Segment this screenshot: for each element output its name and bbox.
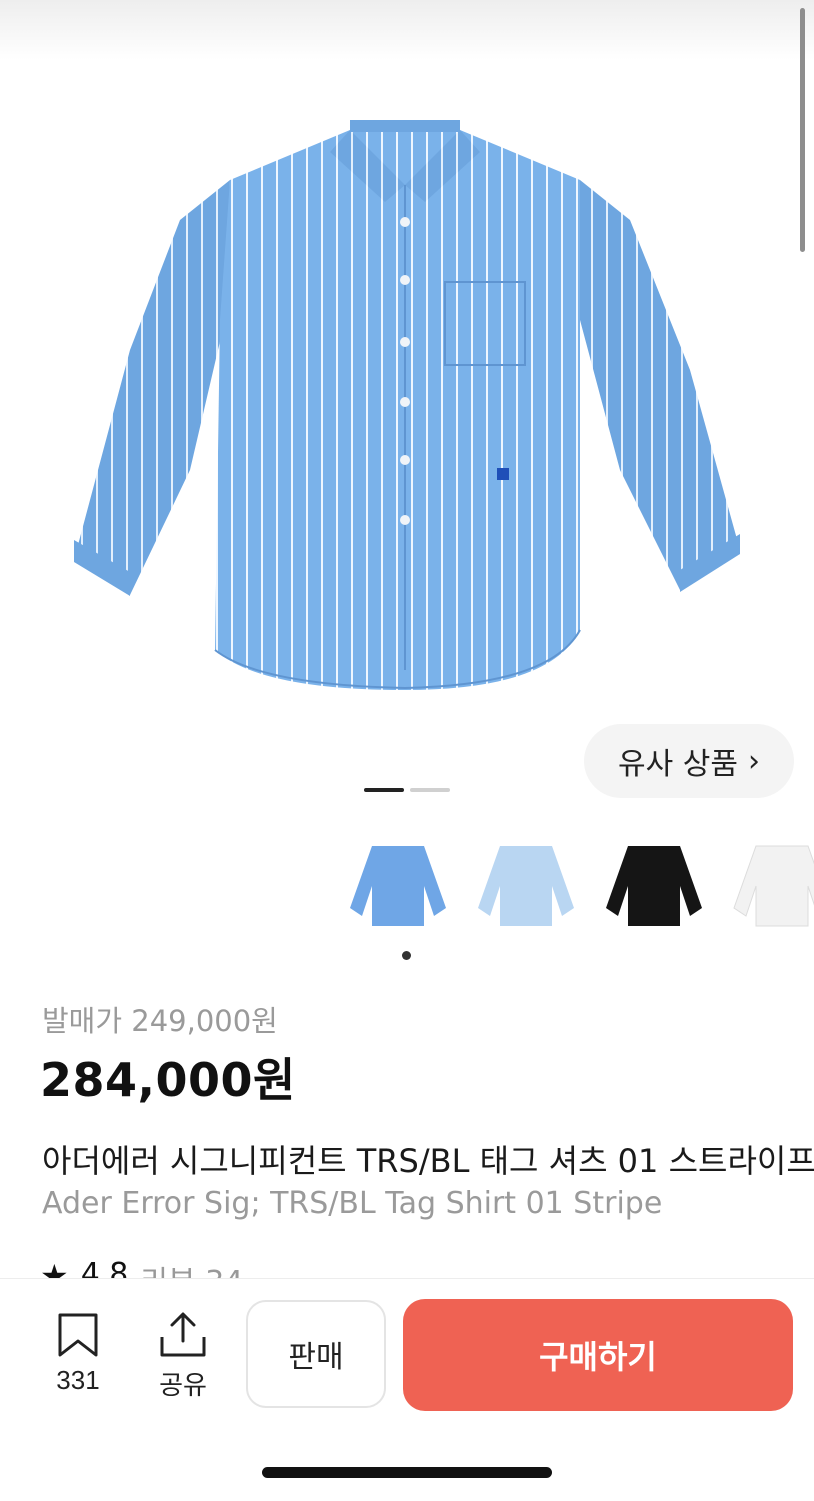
share-icon [160, 1312, 206, 1357]
shirt-thumb-icon [478, 846, 574, 926]
image-pager-inactive[interactable] [410, 788, 450, 792]
scrollbar[interactable] [800, 8, 805, 252]
image-pager-active [364, 788, 404, 792]
sell-button[interactable]: 판매 [246, 1300, 386, 1408]
bookmark-icon [58, 1313, 98, 1357]
bookmark-button[interactable]: 331 [48, 1310, 108, 1397]
color-option-blue-stripe[interactable] [340, 832, 456, 936]
shirt-thumb-icon [606, 846, 702, 926]
color-option-light-blue[interactable] [468, 832, 584, 936]
color-option-black[interactable] [596, 832, 712, 936]
current-price: 284,000원 [40, 1053, 296, 1107]
share-button[interactable]: 공유 [150, 1310, 216, 1403]
similar-products-label: 유사 상품 [618, 747, 738, 782]
review-count: 리뷰 34 [140, 1257, 243, 1279]
bookmark-count: 331 [56, 1365, 100, 1395]
rating-score: 4.8 [80, 1257, 129, 1279]
product-title-english: Ader Error Sig; TRS/BL Tag Shirt 01 Stri… [42, 1186, 663, 1221]
product-title-korean: 아더에러 시그니피컨트 TRS/BL 태그 셔츠 01 스트라이프 [42, 1142, 814, 1180]
color-option-white[interactable] [724, 832, 814, 936]
release-price: 발매가 249,000원 [42, 1004, 278, 1038]
similar-products-button[interactable]: 유사 상품 › [584, 724, 794, 798]
buy-button[interactable]: 구매하기 [403, 1299, 793, 1411]
share-label: 공유 [159, 1370, 207, 1400]
star-icon: ★ [40, 1257, 69, 1279]
product-image[interactable] [60, 110, 750, 710]
color-pager-dot [402, 951, 411, 960]
home-indicator[interactable] [262, 1467, 552, 1478]
shirt-thumb-icon [350, 846, 446, 926]
rating-row[interactable]: ★ 4.8 리뷰 34 [40, 1257, 243, 1279]
shirt-thumb-icon [733, 845, 814, 927]
top-fade [0, 0, 814, 60]
color-options [340, 832, 814, 936]
chevron-right-icon: › [747, 743, 760, 779]
